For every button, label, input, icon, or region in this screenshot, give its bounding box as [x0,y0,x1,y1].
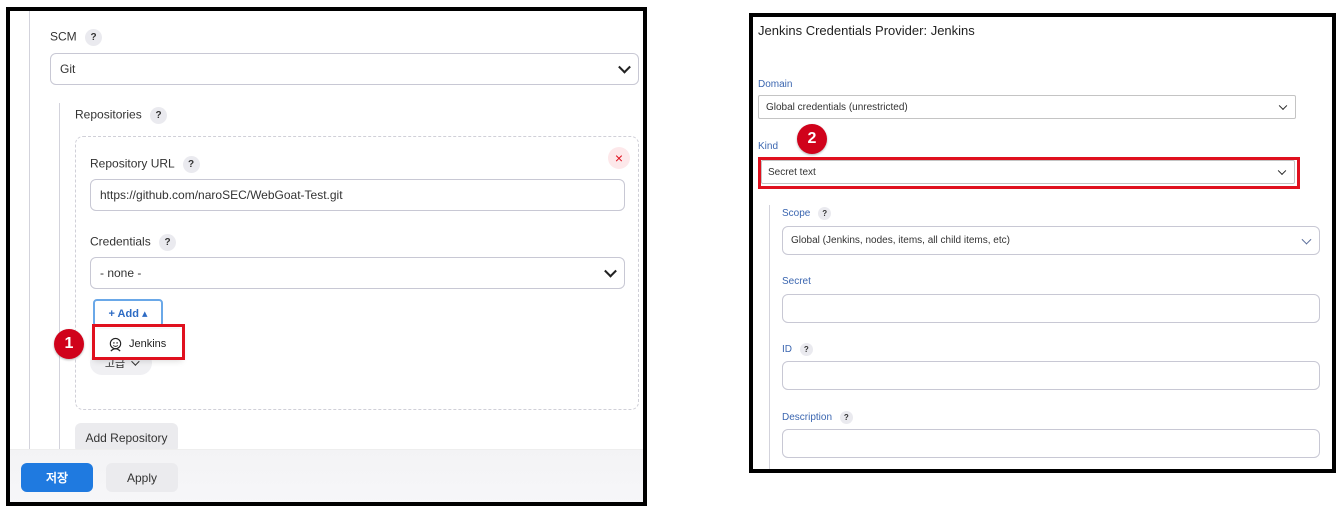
close-icon: × [614,150,624,166]
repositories-label-row: Repositories ? [75,107,168,124]
remove-repository-button[interactable]: × [608,147,630,169]
scm-select-value: Git [60,62,76,76]
repo-url-input[interactable]: https://github.com/naroSEC/WebGoat-Test.… [90,179,625,211]
help-icon[interactable]: ? [818,207,832,220]
credentials-select-value: - none - [100,266,142,280]
id-label-row: ID ? [782,343,813,356]
repositories-guide-line [59,103,60,453]
repo-url-label: Repository URL [90,156,175,171]
repositories-label: Repositories [75,107,142,122]
scope-select-value: Global (Jenkins, nodes, items, all child… [791,235,1010,246]
repo-url-label-row: Repository URL ? [90,156,200,173]
help-icon[interactable]: ? [159,234,177,251]
domain-select[interactable]: Global credentials (unrestricted) [758,95,1296,119]
help-icon[interactable]: ? [182,156,200,173]
apply-button[interactable]: Apply [106,463,178,492]
save-label: 저장 [45,471,69,485]
description-input[interactable] [782,429,1320,458]
highlight-box-2 [758,157,1300,189]
scope-label-row: Scope ? [782,207,832,220]
credentials-select[interactable]: - none - [90,257,625,289]
step-badge-1: 1 [54,329,84,359]
help-icon[interactable]: ? [839,411,853,424]
chevron-down-icon [1278,101,1288,111]
description-label: Description [782,412,833,424]
domain-select-value: Global credentials (unrestricted) [766,101,908,113]
section-guide-line [29,11,30,451]
dialog-title: Jenkins Credentials Provider: Jenkins [758,23,975,38]
chevron-down-icon [1301,234,1312,245]
add-credentials-button[interactable]: + Add ▴ [93,299,163,327]
scm-label: SCM [50,29,77,44]
description-label-row: Description ? [782,411,853,424]
help-icon[interactable]: ? [85,29,103,46]
bottom-action-bar: 저장 Apply [10,449,643,502]
highlight-box-1 [92,324,185,360]
scope-select[interactable]: Global (Jenkins, nodes, items, all child… [782,226,1320,255]
step-badge-2: 2 [797,124,827,154]
chevron-down-icon [604,264,617,278]
scm-select[interactable]: Git [50,53,639,85]
credentials-label-row: Credentials ? [90,234,177,251]
credentials-provider-dialog: Jenkins Credentials Provider: Jenkins Do… [749,13,1336,473]
chevron-down-icon [618,60,631,74]
secret-input[interactable] [782,294,1320,323]
add-repository-label: Add Repository [85,431,168,445]
apply-label: Apply [126,470,158,485]
id-label: ID [782,344,792,356]
scrolled-heading-fragment [758,45,868,51]
id-input[interactable] [782,361,1320,390]
scope-label: Scope [782,208,811,220]
credentials-label: Credentials [90,234,151,249]
domain-label: Domain [758,79,793,90]
scm-label-row: SCM ? [50,29,103,46]
add-credentials-label: + Add ▴ [108,307,148,320]
help-icon[interactable]: ? [799,343,813,356]
help-icon[interactable]: ? [150,107,168,124]
repo-url-value: https://github.com/naroSEC/WebGoat-Test.… [100,188,343,202]
kind-label: Kind [758,141,779,152]
kind-fields-guide-line [769,205,770,469]
secret-label: Secret [782,276,811,287]
scm-config-panel: SCM ? Git Repositories ? × Repository UR… [6,7,647,506]
save-button[interactable]: 저장 [21,463,93,492]
